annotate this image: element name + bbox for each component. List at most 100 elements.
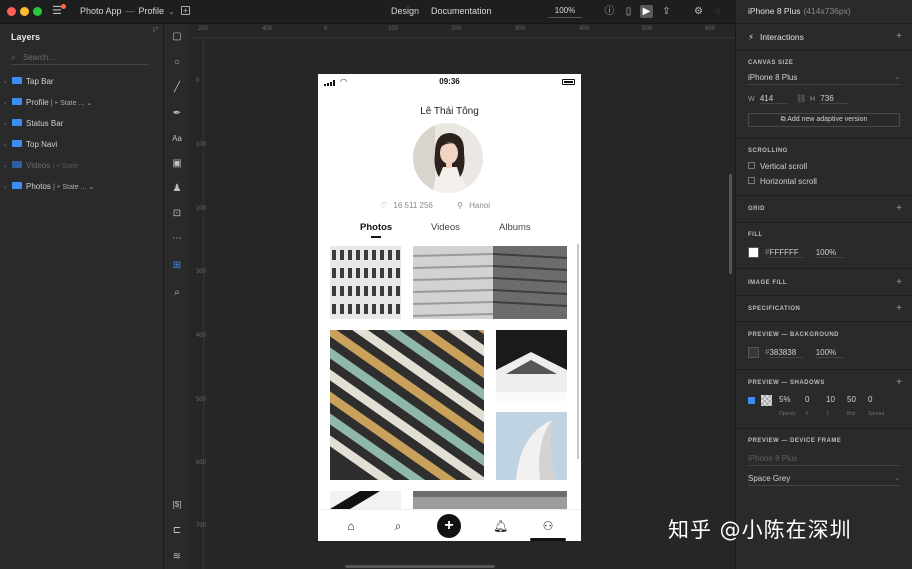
- add-post-button[interactable]: +: [437, 514, 461, 538]
- preview-bg-opacity[interactable]: 100%: [815, 348, 844, 358]
- info-icon[interactable]: ⓘ: [603, 5, 616, 18]
- layers-stack-icon[interactable]: ≋: [170, 550, 184, 564]
- rectangle-tool-icon[interactable]: ▢: [170, 30, 184, 44]
- stamp-tool-icon[interactable]: ♟: [170, 182, 184, 196]
- canvas-horizontal-scrollbar[interactable]: [345, 565, 495, 568]
- caret-right-icon[interactable]: ›: [4, 139, 10, 153]
- tab-videos[interactable]: Videos: [431, 222, 460, 233]
- height-value[interactable]: 736: [820, 94, 849, 104]
- shadow-blur[interactable]: 50: [847, 395, 856, 404]
- width-field[interactable]: W 414: [748, 94, 788, 104]
- tab-albums[interactable]: Albums: [499, 222, 531, 233]
- profile-artboard[interactable]: ◠ 09:36 Lê Thái Tông ♡ 16 511 256 ⚲ Hano…: [318, 74, 581, 541]
- device-frame-color-select[interactable]: Space Grey ⌄: [748, 472, 900, 486]
- height-field[interactable]: H 736: [810, 94, 849, 104]
- zoom-level[interactable]: 100%: [548, 5, 582, 18]
- interactions-section[interactable]: ⚡︎ Interactions: [748, 32, 804, 43]
- artboard-tool-icon[interactable]: ⊞: [170, 259, 184, 273]
- shadow-x[interactable]: 0: [805, 395, 809, 404]
- photo-thumbnail[interactable]: [496, 330, 567, 401]
- shadow-color-swatch[interactable]: [761, 395, 772, 406]
- add-specification-icon[interactable]: +: [896, 303, 902, 314]
- preview-background-field[interactable]: #383838 100%: [748, 347, 844, 358]
- caret-right-icon[interactable]: ›: [4, 118, 10, 132]
- canvas-vertical-scrollbar[interactable]: [729, 174, 732, 274]
- minimize-window-button[interactable]: [20, 7, 29, 16]
- tab-photos[interactable]: Photos: [360, 222, 392, 233]
- shadow-opacity[interactable]: 5%: [779, 395, 791, 404]
- status-icon[interactable]: ◌: [711, 5, 724, 18]
- photo-thumbnail[interactable]: [413, 246, 567, 319]
- image-tool-icon[interactable]: ▣: [170, 157, 184, 171]
- horizontal-scroll-option[interactable]: Horizontal scroll: [748, 177, 817, 186]
- photo-thumbnail[interactable]: [496, 412, 567, 480]
- breadcrumb[interactable]: Photo App — Profile ⌄: [80, 6, 174, 16]
- device-preview-icon[interactable]: ▯: [622, 5, 635, 18]
- layer-state[interactable]: | ⁍ State: [53, 163, 79, 170]
- code-export-icon[interactable]: [$]: [170, 498, 184, 512]
- eye-hidden-icon[interactable]: ◌: [102, 161, 107, 170]
- profile-icon[interactable]: ⚇: [541, 519, 555, 533]
- add-shadow-icon[interactable]: +: [896, 377, 902, 388]
- caret-right-icon[interactable]: ›: [4, 97, 10, 111]
- share-icon[interactable]: ⇪: [660, 5, 673, 18]
- add-grid-icon[interactable]: +: [896, 203, 902, 214]
- add-adaptive-version-button[interactable]: ⧉ Add new adaptive version: [748, 113, 900, 127]
- layers-search-input[interactable]: ⌕ Search...: [11, 52, 149, 65]
- shadow-enabled-checkbox[interactable]: [748, 397, 755, 404]
- ellipse-tool-icon[interactable]: ○: [170, 56, 184, 70]
- device-frame-select[interactable]: iPhone 8 Plus: [748, 452, 900, 466]
- shadow-spread[interactable]: 0: [868, 395, 872, 404]
- layer-item[interactable]: › Videos | ⁍ State ◌: [4, 159, 107, 173]
- home-icon[interactable]: ⌂: [344, 519, 358, 533]
- close-window-button[interactable]: [7, 7, 16, 16]
- vertical-scroll-checkbox[interactable]: [748, 162, 755, 170]
- more-tools-icon[interactable]: ⋯: [170, 232, 184, 246]
- fill-field[interactable]: #FFFFFF 100%: [748, 247, 844, 258]
- layer-item[interactable]: › Profile | ⁍ State ... ⌄: [4, 96, 92, 110]
- line-tool-icon[interactable]: ╱: [170, 81, 184, 95]
- preview-bg-swatch[interactable]: [748, 347, 759, 358]
- pen-tool-icon[interactable]: ✒: [170, 107, 184, 121]
- layer-state[interactable]: | ⁍ State ... ⌄: [53, 184, 94, 191]
- add-interaction-icon[interactable]: +: [896, 31, 902, 42]
- zoom-tool-icon[interactable]: ⌕: [170, 286, 184, 300]
- add-image-fill-icon[interactable]: +: [896, 277, 902, 288]
- photo-thumbnail[interactable]: [330, 330, 484, 480]
- design-canvas[interactable]: 200 400 0 100 200 300 400 500 600 0 100 …: [190, 24, 735, 569]
- width-value[interactable]: 414: [759, 94, 788, 104]
- caret-right-icon[interactable]: ›: [4, 76, 10, 90]
- collapse-panel-icon[interactable]: ◸: [153, 26, 158, 34]
- fill-hex[interactable]: FFFFFF: [769, 248, 804, 258]
- add-page-icon[interactable]: +: [181, 6, 190, 15]
- photo-thumbnail[interactable]: [330, 491, 401, 509]
- vertical-scroll-option[interactable]: Vertical scroll: [748, 162, 807, 171]
- grid-scrollbar[interactable]: [577, 244, 579, 459]
- caret-right-icon[interactable]: ›: [4, 181, 10, 195]
- play-preview-icon[interactable]: ▶: [640, 5, 653, 18]
- zoom-window-button[interactable]: [33, 7, 42, 16]
- fill-opacity[interactable]: 100%: [815, 248, 844, 258]
- fill-swatch[interactable]: [748, 247, 759, 258]
- preview-bg-hex[interactable]: 383838: [769, 348, 804, 358]
- layer-item[interactable]: › Top Navi: [4, 138, 57, 152]
- tab-documentation[interactable]: Documentation: [431, 6, 492, 16]
- text-tool-icon[interactable]: Aa: [170, 132, 184, 146]
- settings-icon[interactable]: ⚙: [692, 5, 705, 18]
- layer-item[interactable]: › Tap Bar: [4, 75, 54, 89]
- bell-icon[interactable]: 🔔︎: [493, 519, 508, 533]
- layer-item[interactable]: › Status Bar: [4, 117, 63, 131]
- layer-item[interactable]: › Photos | ⁍ State ... ⌄: [4, 180, 94, 194]
- component-tool-icon[interactable]: ⊡: [170, 207, 184, 221]
- link-dimensions-icon[interactable]: ⛓: [796, 94, 806, 103]
- flow-tool-icon[interactable]: ⊏: [170, 524, 184, 538]
- tab-design[interactable]: Design: [391, 6, 419, 16]
- photo-thumbnail[interactable]: [330, 246, 401, 319]
- layer-state[interactable]: | ⁍ State ... ⌄: [51, 100, 92, 107]
- caret-right-icon[interactable]: ›: [4, 160, 10, 174]
- horizontal-scroll-checkbox[interactable]: [748, 177, 755, 185]
- search-icon[interactable]: ⌕: [391, 519, 405, 533]
- shadow-y[interactable]: 10: [826, 395, 835, 404]
- canvas-size-select[interactable]: iPhone 8 Plus ⌄: [748, 71, 900, 85]
- photo-thumbnail[interactable]: [413, 491, 567, 509]
